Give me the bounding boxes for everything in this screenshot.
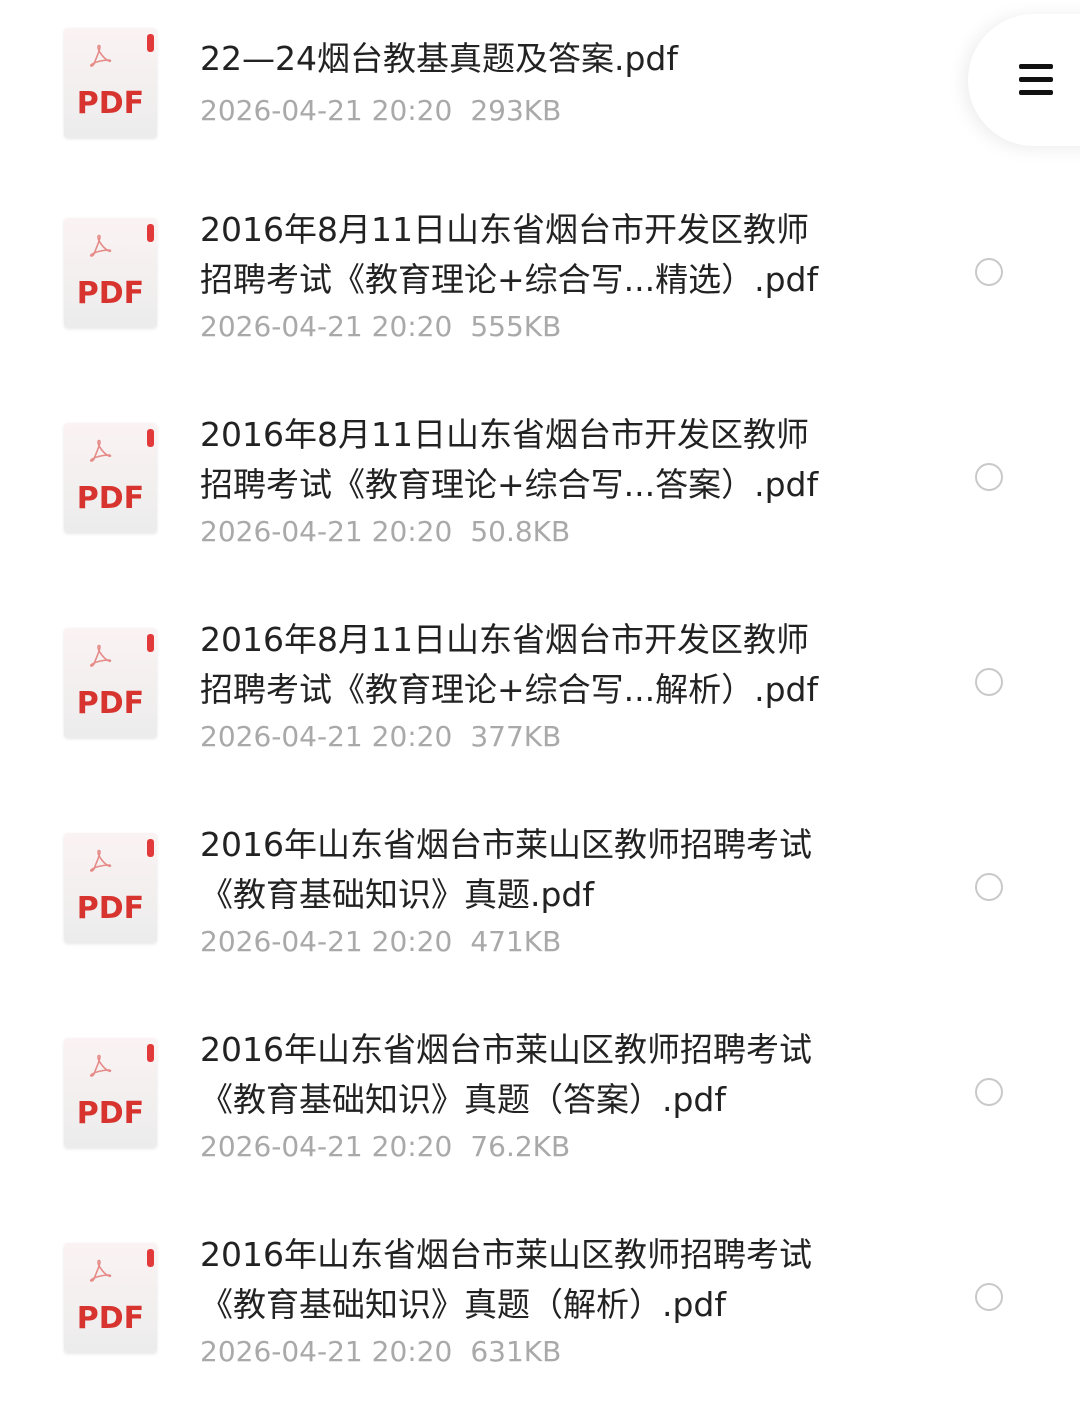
pdf-type-label: PDF [76, 891, 145, 926]
file-row[interactable]: PDF 2016年山东省烟台市莱山区教师招聘考试 《教育基础知识》真题（解析）.… [0, 1225, 1080, 1425]
file-date: 2026-04-21 20:20 [200, 1335, 453, 1368]
acrobat-logo-icon [89, 644, 112, 667]
pdf-type-label: PDF [76, 686, 145, 721]
pdf-file-icon: PDF [64, 833, 157, 943]
acrobat-logo-icon [89, 849, 112, 872]
menu-bar [1019, 90, 1053, 95]
file-name: 2016年8月11日山东省烟台市开发区教师 招聘考试《教育理论+综合写...精选… [200, 210, 819, 299]
pdf-corner-mark [147, 839, 154, 857]
file-list: PDF 22—24烟台教基真题及答案.pdf 2026-04-21 20:20 2… [0, 0, 1080, 1399]
file-size: 555KB [470, 310, 562, 343]
pdf-corner-mark [147, 1044, 154, 1062]
file-meta: 2026-04-21 20:20 377KB [200, 720, 561, 754]
pdf-type-label: PDF [76, 1301, 145, 1336]
pdf-file-icon: PDF [64, 28, 157, 138]
file-row[interactable]: PDF 2016年8月11日山东省烟台市开发区教师 招聘考试《教育理论+综合写.… [0, 200, 1080, 400]
file-row[interactable]: PDF 2016年山东省烟台市莱山区教师招聘考试 《教育基础知识》真题.pdf … [0, 815, 1080, 1015]
pdf-file-icon: PDF [64, 1243, 157, 1353]
file-meta: 2026-04-21 20:20 293KB [200, 94, 561, 128]
file-size: 293KB [470, 94, 562, 127]
acrobat-logo-icon [89, 234, 112, 257]
select-radio[interactable] [975, 463, 1003, 491]
pdf-corner-mark [147, 34, 154, 52]
file-date: 2026-04-21 20:20 [200, 1130, 453, 1163]
acrobat-logo-icon [89, 1259, 112, 1282]
select-radio[interactable] [975, 873, 1003, 901]
pdf-type-label: PDF [76, 481, 145, 516]
hamburger-menu-icon[interactable] [1019, 64, 1053, 96]
file-size: 76.2KB [470, 1130, 571, 1163]
select-radio[interactable] [975, 258, 1003, 286]
file-date: 2026-04-21 20:20 [200, 515, 453, 548]
file-date: 2026-04-21 20:20 [200, 310, 453, 343]
file-date: 2026-04-21 20:20 [200, 925, 453, 958]
file-name: 2016年8月11日山东省烟台市开发区教师 招聘考试《教育理论+综合写...答案… [200, 415, 819, 504]
menu-bar [1019, 77, 1053, 82]
file-name: 2016年山东省烟台市莱山区教师招聘考试 《教育基础知识》真题.pdf [200, 825, 812, 914]
pdf-corner-mark [147, 634, 154, 652]
file-name: 22—24烟台教基真题及答案.pdf [200, 39, 678, 78]
acrobat-logo-icon [89, 1054, 112, 1077]
pdf-file-icon: PDF [64, 218, 157, 328]
acrobat-logo-icon [89, 44, 112, 67]
acrobat-logo-icon [89, 439, 112, 462]
file-name: 2016年山东省烟台市莱山区教师招聘考试 《教育基础知识》真题（解析）.pdf [200, 1235, 812, 1324]
select-radio[interactable] [975, 1283, 1003, 1311]
file-row[interactable]: PDF 2016年8月11日山东省烟台市开发区教师 招聘考试《教育理论+综合写.… [0, 610, 1080, 810]
select-radio[interactable] [975, 1078, 1003, 1106]
pdf-type-label: PDF [76, 86, 145, 121]
file-meta: 2026-04-21 20:20 76.2KB [200, 1130, 570, 1164]
file-date: 2026-04-21 20:20 [200, 720, 453, 753]
pdf-corner-mark [147, 429, 154, 447]
file-date: 2026-04-21 20:20 [200, 94, 453, 127]
select-radio[interactable] [975, 668, 1003, 696]
pdf-type-label: PDF [76, 1096, 145, 1131]
menu-bar [1019, 64, 1053, 69]
file-size: 631KB [470, 1335, 562, 1368]
pdf-file-icon: PDF [64, 1038, 157, 1148]
file-row[interactable]: PDF 22—24烟台教基真题及答案.pdf 2026-04-21 20:20 2… [0, 14, 1080, 164]
file-row[interactable]: PDF 2016年8月11日山东省烟台市开发区教师 招聘考试《教育理论+综合写.… [0, 405, 1080, 605]
file-meta: 2026-04-21 20:20 555KB [200, 310, 561, 344]
file-size: 50.8KB [470, 515, 571, 548]
file-meta: 2026-04-21 20:20 631KB [200, 1335, 561, 1369]
file-name: 2016年8月11日山东省烟台市开发区教师 招聘考试《教育理论+综合写...解析… [200, 620, 819, 709]
pdf-type-label: PDF [76, 276, 145, 311]
pdf-corner-mark [147, 1249, 154, 1267]
pdf-file-icon: PDF [64, 423, 157, 533]
pdf-corner-mark [147, 224, 154, 242]
file-size: 471KB [470, 925, 562, 958]
file-meta: 2026-04-21 20:20 471KB [200, 925, 561, 959]
pdf-file-icon: PDF [64, 628, 157, 738]
file-name: 2016年山东省烟台市莱山区教师招聘考试 《教育基础知识》真题（答案）.pdf [200, 1030, 812, 1119]
file-meta: 2026-04-21 20:20 50.8KB [200, 515, 570, 549]
file-size: 377KB [470, 720, 562, 753]
file-row[interactable]: PDF 2016年山东省烟台市莱山区教师招聘考试 《教育基础知识》真题（答案）.… [0, 1020, 1080, 1220]
